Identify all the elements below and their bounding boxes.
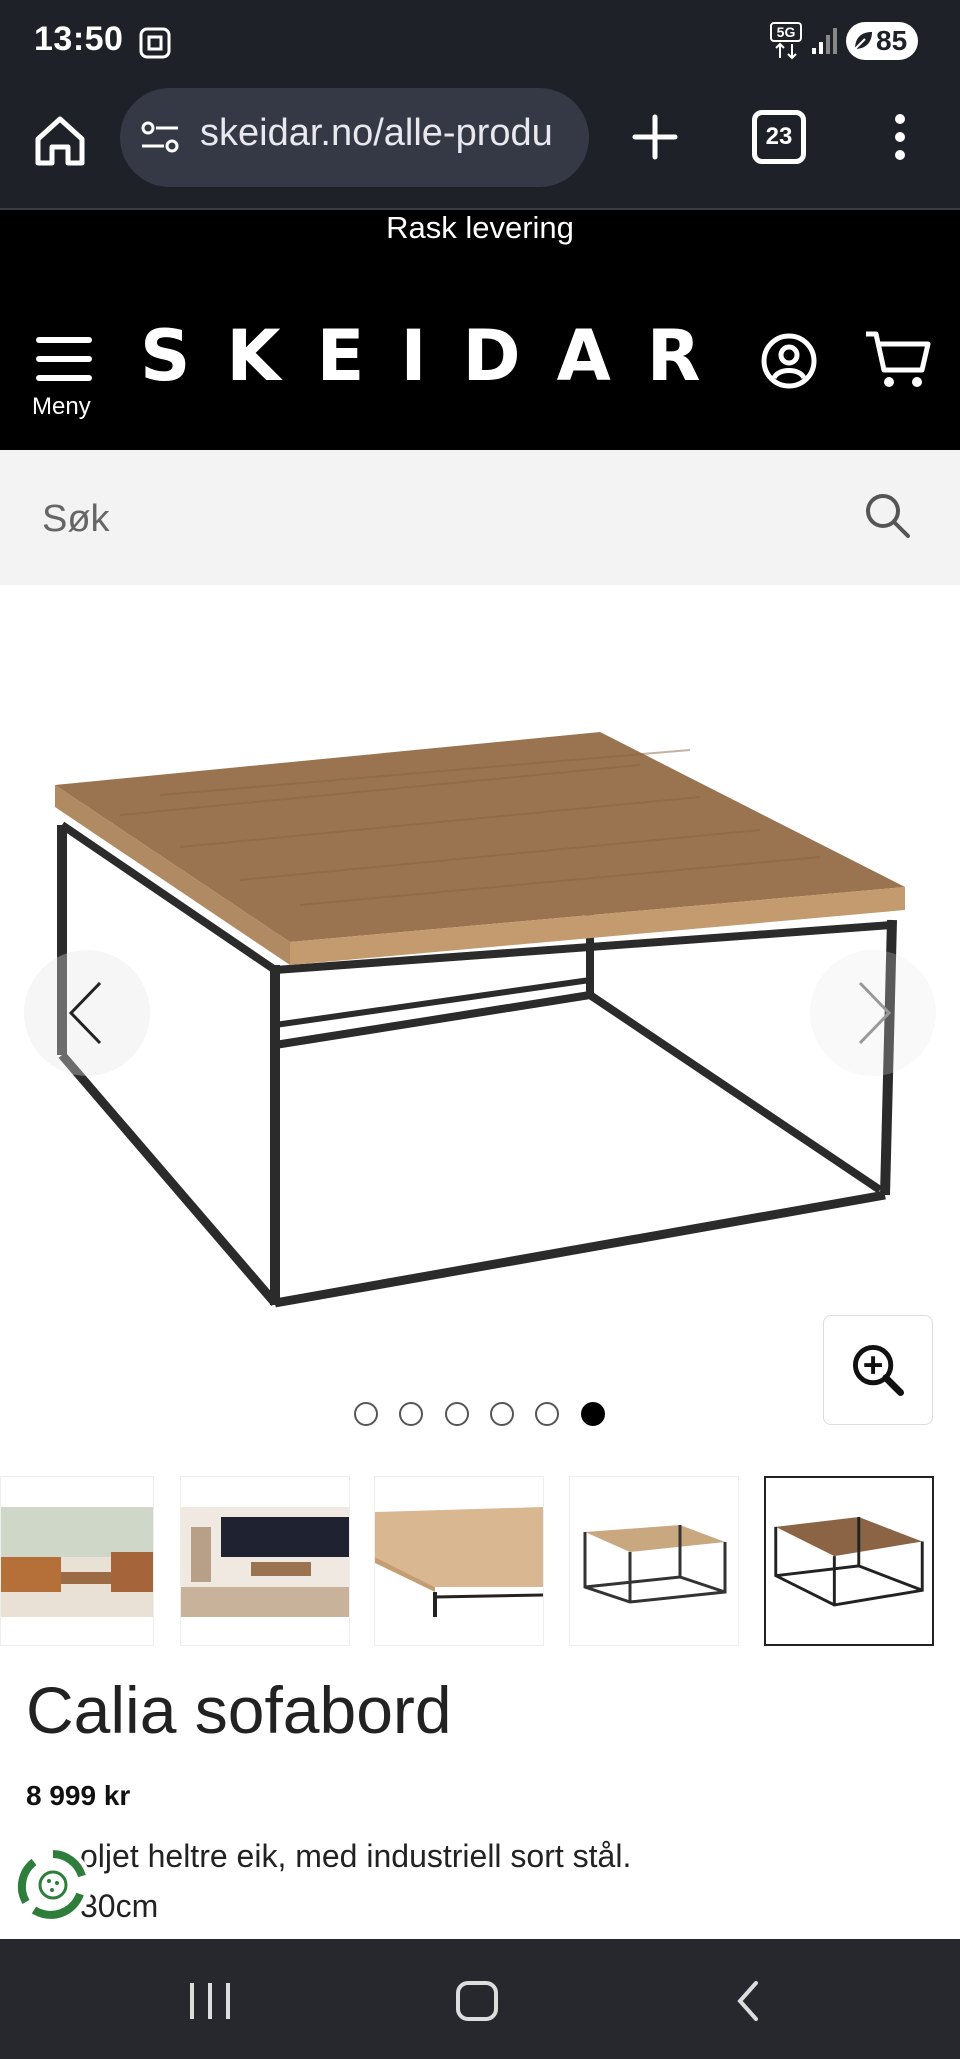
menu-label[interactable]: Meny (32, 393, 91, 421)
new-tab-icon[interactable] (625, 107, 685, 167)
thumbnail-table-dark[interactable] (764, 1476, 934, 1646)
more-options-icon[interactable] (880, 107, 920, 167)
battery-level: 85 (876, 25, 908, 56)
promo-banner: Rask levering (386, 210, 574, 245)
thumbnail-living-room[interactable] (0, 1476, 154, 1646)
thumbnail-sofa-scene[interactable] (180, 1476, 350, 1646)
url-bar[interactable]: skeidar.no/alle-produ (120, 88, 589, 187)
screenshot-icon (139, 27, 171, 59)
zoom-button[interactable] (823, 1315, 933, 1425)
carousel-dot[interactable] (354, 1402, 378, 1426)
chevron-left-icon (68, 981, 102, 1045)
home-icon[interactable] (28, 109, 92, 173)
search-icon[interactable] (862, 490, 912, 540)
search-bar (0, 450, 960, 585)
previous-image-button[interactable] (24, 950, 150, 1076)
browser-toolbar: skeidar.no/alle-produ 23 (0, 85, 960, 210)
thumbnail-tabletop-detail[interactable] (374, 1476, 544, 1646)
product-title: Calia sofabord (26, 1673, 452, 1747)
carousel-dot[interactable] (490, 1402, 514, 1426)
system-nav-bar (0, 1939, 960, 2059)
signal-icon (812, 28, 837, 54)
status-bar: 13:50 5G 85 (0, 0, 960, 85)
next-image-button[interactable] (810, 950, 936, 1076)
url-text: skeidar.no/alle-produ (200, 112, 553, 154)
account-icon[interactable] (760, 332, 818, 390)
search-input[interactable] (40, 490, 804, 548)
tab-switcher-button[interactable]: 23 (752, 110, 806, 164)
battery-indicator: 85 (846, 22, 918, 60)
battery-saver-icon (854, 32, 872, 50)
site-settings-icon[interactable] (140, 119, 180, 155)
carousel-dot[interactable] (399, 1402, 423, 1426)
network-5g-icon: 5G (770, 22, 802, 60)
recycle-icon (17, 1850, 86, 1919)
product-description: oljet heltre eik, med industriell sort s… (80, 1838, 632, 1874)
home-nav-icon[interactable] (452, 1979, 502, 2023)
site-logo[interactable]: SKEIDAR (140, 315, 737, 397)
back-icon[interactable] (728, 1977, 768, 2025)
hamburger-menu-icon[interactable] (36, 335, 92, 383)
thumbnail-table-light[interactable] (569, 1476, 739, 1646)
carousel-dot-active[interactable] (581, 1402, 605, 1426)
carousel-dot[interactable] (445, 1402, 469, 1426)
svg-text:5G: 5G (777, 24, 796, 40)
site-header: Rask levering Meny SKEIDAR (0, 210, 960, 450)
carousel-dot[interactable] (535, 1402, 559, 1426)
product-price: 8 999 kr (26, 1780, 131, 1811)
recent-apps-icon[interactable] (180, 1979, 240, 2023)
status-time: 13:50 (34, 20, 124, 58)
chevron-right-icon (858, 981, 892, 1045)
zoom-in-icon (852, 1344, 905, 1397)
cart-icon[interactable] (864, 328, 932, 392)
chat-widget-button[interactable] (14, 1846, 92, 1924)
